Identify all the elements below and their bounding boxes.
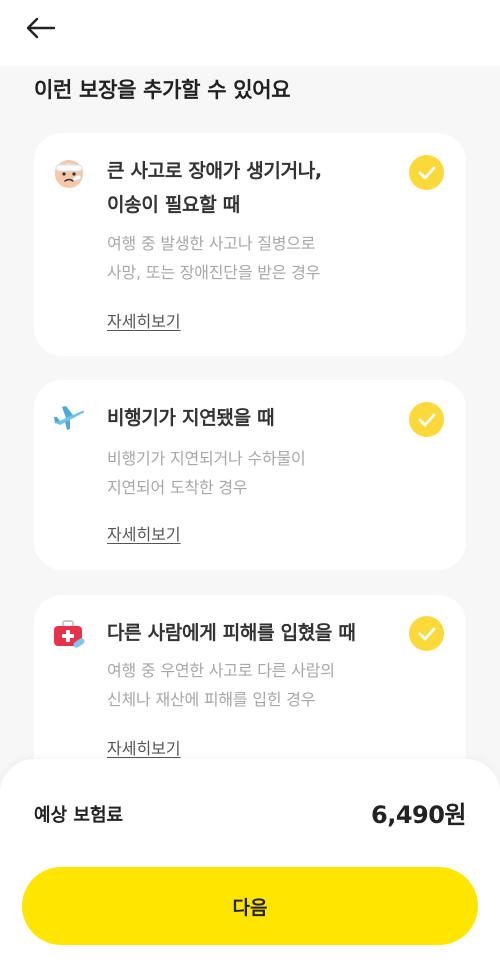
injured-person-icon: [51, 155, 87, 191]
price-value: 6,490원: [371, 801, 467, 829]
card-title: 비행기가 지연됐을 때: [107, 407, 275, 429]
card-description: 여행 중 발생한 사고나 질병으로 사망, 또는 장애진단을 받은 경우: [107, 234, 321, 282]
first-aid-kit-icon: [51, 617, 87, 653]
arrow-left-icon: [26, 17, 56, 39]
check-toggle[interactable]: [409, 616, 444, 651]
bottom-sheet: 예상 보험료 6,490원 다음: [0, 759, 500, 972]
top-bar: [0, 0, 500, 66]
section-title: 이런 보장을 추가할 수 있어요: [34, 78, 291, 102]
price-label: 예상 보험료: [34, 805, 124, 826]
coverage-card-disability: 큰 사고로 장애가 생기거나, 이송이 필요할 때 여행 중 발생한 사고나 질…: [34, 133, 466, 356]
card-description: 비행기가 지연되거나 수하물이 지연되어 도착한 경우: [107, 449, 306, 497]
check-toggle[interactable]: [409, 155, 444, 190]
checkmark-icon: [418, 166, 435, 179]
details-link[interactable]: 자세히보기: [107, 521, 181, 545]
coverage-card-flight-delay: 비행기가 지연됐을 때 비행기가 지연되거나 수하물이 지연되어 도착한 경우 …: [34, 380, 466, 570]
card-title: 다른 사람에게 피해를 입혔을 때: [107, 622, 356, 644]
card-title: 큰 사고로 장애가 생기거나, 이송이 필요할 때: [107, 160, 322, 216]
back-button[interactable]: [18, 8, 62, 48]
next-button[interactable]: 다음: [22, 867, 478, 945]
check-toggle[interactable]: [409, 402, 444, 437]
details-link[interactable]: 자세히보기: [107, 735, 181, 759]
details-link[interactable]: 자세히보기: [107, 308, 181, 332]
checkmark-icon: [418, 413, 435, 426]
checkmark-icon: [418, 627, 435, 640]
airplane-icon: [51, 400, 87, 436]
card-description: 여행 중 우연한 사고로 다른 사람의 신체나 재산에 피해를 입힌 경우: [107, 661, 335, 709]
